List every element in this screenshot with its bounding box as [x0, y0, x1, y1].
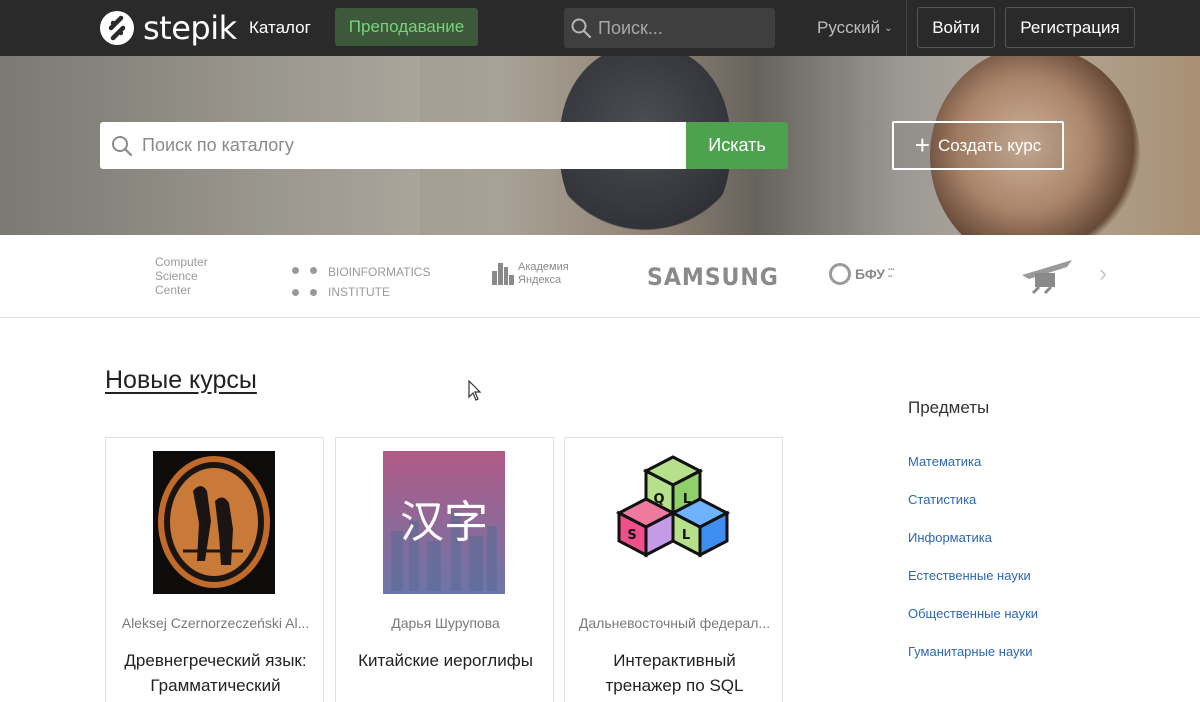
nav-catalog-link[interactable]: Каталог	[249, 18, 311, 38]
login-button[interactable]: Войти	[917, 7, 995, 48]
course-author: Aleksej Czernorzeczeński Al...	[121, 615, 310, 631]
create-course-button[interactable]: + Создать курс	[892, 121, 1064, 170]
svg-text:汉字: 汉字	[400, 497, 488, 548]
catalog-search-input[interactable]: Поиск по каталогу	[100, 122, 686, 169]
partner-computer-science-center[interactable]: Computer Science Center	[155, 255, 208, 297]
partner-samsung[interactable]: SAMSUNG	[647, 263, 779, 291]
search-icon	[110, 134, 134, 158]
top-navbar: stepik Каталог Преподавание Поиск... Рус…	[0, 0, 1200, 56]
subject-link-math[interactable]: Математика	[908, 454, 981, 469]
subject-link-natural-sciences[interactable]: Естественные науки	[908, 568, 1031, 583]
course-cover-image: 汉字	[383, 451, 505, 594]
chevron-right-icon[interactable]: ›	[1099, 260, 1107, 288]
course-title[interactable]: Интерактивный тренажер по SQL	[575, 648, 774, 698]
course-title[interactable]: Древнегреческий язык: Грамматический	[116, 648, 315, 698]
course-card[interactable]: Aleksej Czernorzeczeński Al... Древнегре…	[105, 437, 324, 702]
mouse-cursor-icon	[468, 380, 482, 401]
search-icon	[570, 17, 592, 39]
yandex-academy-logo-icon	[492, 263, 514, 285]
course-card[interactable]: Q L S L Дальневосточный федерал... Интер…	[564, 437, 783, 702]
svg-text:L: L	[683, 492, 691, 507]
subjects-title: Предметы	[908, 398, 990, 417]
stepik-logo[interactable]: stepik	[100, 8, 237, 48]
header-search-input[interactable]: Поиск...	[564, 8, 775, 48]
plus-icon: +	[914, 129, 930, 160]
header-search-placeholder: Поиск...	[598, 17, 663, 38]
nav-teaching-button[interactable]: Преподавание	[335, 8, 478, 46]
create-course-label: Создать курс	[937, 135, 1042, 155]
partner-yandex-academy[interactable]: Академия Яндекса	[492, 261, 569, 287]
logo-text: stepik	[143, 9, 237, 47]
chevron-down-icon: ⌄	[884, 22, 893, 34]
svg-text:S: S	[627, 528, 636, 543]
subject-link-humanities[interactable]: Гуманитарные науки	[908, 644, 1032, 659]
course-author: Дарья Шурупова	[391, 615, 500, 631]
catalog-search-button[interactable]: Искать	[686, 122, 788, 169]
bioinformatics-logo-icon	[292, 267, 318, 297]
partner-logo-emblem[interactable]	[1017, 255, 1077, 300]
language-label: Русский	[817, 18, 881, 37]
subject-link-informatics[interactable]: Информатика	[908, 530, 992, 545]
course-cover-image	[153, 451, 275, 594]
nav-divider	[906, 0, 907, 56]
new-courses-title[interactable]: Новые курсы	[105, 366, 257, 395]
register-button[interactable]: Регистрация	[1005, 7, 1135, 48]
subject-link-statistics[interactable]: Статистика	[908, 492, 976, 507]
subject-link-social-sciences[interactable]: Общественные науки	[908, 606, 1038, 621]
partner-bfu[interactable]: БФУ ▪▪▪ ▪▪	[829, 263, 894, 285]
stepik-logo-icon	[100, 11, 134, 45]
svg-text:Q: Q	[653, 492, 664, 507]
course-card[interactable]: 汉字 Дарья Шурупова Китайские иероглифы	[335, 437, 554, 702]
course-title[interactable]: Китайские иероглифы	[346, 648, 545, 673]
course-cover-image: Q L S L	[612, 451, 734, 594]
catalog-search-placeholder: Поиск по каталогу	[142, 135, 294, 155]
emblem-icon	[1022, 260, 1072, 295]
svg-text:L: L	[682, 528, 690, 543]
partners-strip: Computer Science Center BIOINFORMATICS I…	[0, 235, 1200, 318]
hero-banner: Поиск по каталогу Искать + Создать курс	[0, 56, 1200, 235]
bfu-logo-icon	[829, 263, 851, 285]
course-author: Дальневосточный федерал...	[578, 615, 771, 631]
partner-bioinformatics-institute[interactable]: BIOINFORMATICS INSTITUTE	[292, 262, 430, 302]
language-selector[interactable]: Русский ⌄	[817, 18, 892, 38]
